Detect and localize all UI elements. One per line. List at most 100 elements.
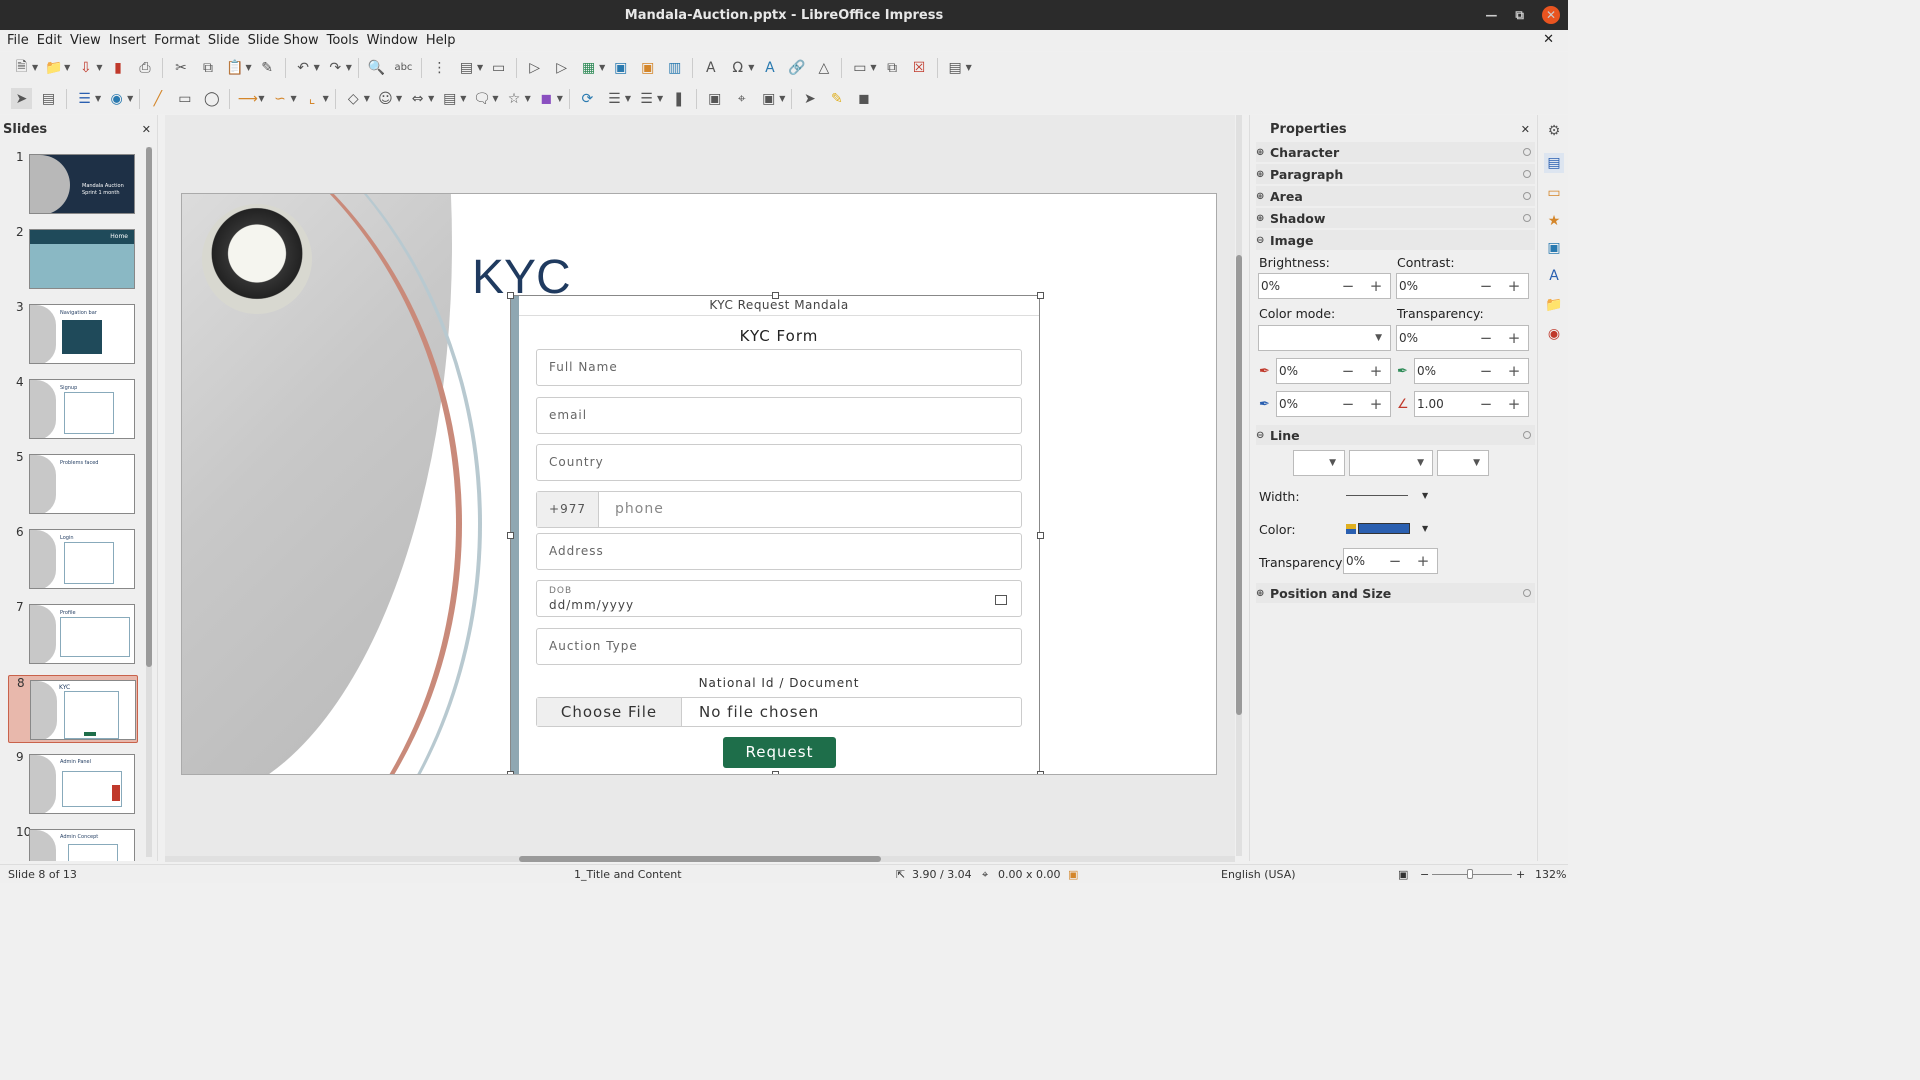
plus-icon[interactable]: + xyxy=(1500,362,1528,380)
scrollbar-thumb[interactable] xyxy=(1236,255,1242,715)
print-icon[interactable]: ⎙ xyxy=(134,57,155,78)
plus-icon[interactable]: + xyxy=(1362,277,1390,295)
menu-insert[interactable]: Insert xyxy=(105,33,150,48)
points-icon[interactable]: ➤ xyxy=(799,88,820,109)
section-character[interactable]: ⊕ Character xyxy=(1256,142,1535,162)
scrollbar-thumb[interactable] xyxy=(146,147,152,667)
minus-icon[interactable]: − xyxy=(1472,329,1500,347)
close-icon[interactable]: ✕ xyxy=(142,123,151,136)
resize-handle[interactable] xyxy=(507,771,514,774)
filter-icon[interactable]: ▣ xyxy=(758,88,779,109)
lines-arrows-icon[interactable]: ⟶ xyxy=(237,88,258,109)
section-image[interactable]: ⊖ Image xyxy=(1256,230,1535,250)
shadow-icon[interactable]: ▣ xyxy=(704,88,725,109)
chevron-down-icon[interactable]: ▼ xyxy=(323,94,329,103)
slide-thumbnail-selected[interactable]: 8 KYC xyxy=(8,675,138,743)
block-arrows-icon[interactable]: ⇔ xyxy=(407,88,428,109)
find-replace-icon[interactable]: 🔍 xyxy=(366,57,387,78)
toggle-extrusion-icon[interactable]: ◼ xyxy=(853,88,874,109)
line-style-dropdown[interactable]: ▼ xyxy=(1293,450,1345,476)
chevron-down-icon[interactable]: ▼ xyxy=(870,63,876,72)
section-area[interactable]: ⊕ Area xyxy=(1256,186,1535,206)
fontwork-icon[interactable]: A xyxy=(759,57,780,78)
menu-slide[interactable]: Slide xyxy=(204,33,244,48)
slide-thumbnail[interactable]: 10 Admin Concept xyxy=(8,825,138,861)
plus-icon[interactable]: + xyxy=(1362,395,1390,413)
chevron-down-icon[interactable]: ▼ xyxy=(32,63,38,72)
spelling-icon[interactable]: abc xyxy=(393,57,414,78)
zoom-slider-thumb[interactable] xyxy=(1467,869,1473,879)
fill-color-icon[interactable]: ◉ xyxy=(106,88,127,109)
chevron-down-icon[interactable]: ▼ xyxy=(1422,491,1428,500)
brightness-value[interactable]: 0% xyxy=(1259,279,1334,293)
zoom-out-icon[interactable]: − xyxy=(1420,868,1429,881)
more-options-icon[interactable] xyxy=(1523,192,1531,200)
connectors-icon[interactable]: ⌞ xyxy=(302,88,323,109)
styles-icon[interactable]: A xyxy=(1544,266,1564,286)
menu-format[interactable]: Format xyxy=(150,33,204,48)
animation-icon[interactable]: ★ xyxy=(1544,211,1564,231)
resize-handle[interactable] xyxy=(507,292,514,299)
special-character-icon[interactable]: Ω xyxy=(727,57,748,78)
paste-icon[interactable]: 📋 xyxy=(224,57,245,78)
zoom-in-icon[interactable]: + xyxy=(1516,868,1525,881)
image-transparency-spinner[interactable]: 0% − + xyxy=(1396,325,1529,351)
line-tool-icon[interactable]: ╱ xyxy=(147,88,168,109)
language[interactable]: English (USA) xyxy=(1221,868,1296,881)
align-icon[interactable]: ☰ xyxy=(604,88,625,109)
plus-icon[interactable]: + xyxy=(1500,277,1528,295)
chevron-down-icon[interactable]: ▼ xyxy=(245,63,251,72)
scrollbar-thumb[interactable] xyxy=(519,856,881,862)
chevron-down-icon[interactable]: ▼ xyxy=(96,63,102,72)
slide-canvas[interactable]: KYC KYC Request Mandala KYC Form Full Na… xyxy=(165,115,1235,856)
slide-thumbnail[interactable]: 6 Login xyxy=(8,525,138,593)
table-icon[interactable]: ▦ xyxy=(578,57,599,78)
section-line[interactable]: ⊖ Line xyxy=(1256,425,1535,445)
resize-handle[interactable] xyxy=(1037,292,1044,299)
section-paragraph[interactable]: ⊕ Paragraph xyxy=(1256,164,1535,184)
resize-handle[interactable] xyxy=(1037,532,1044,539)
section-position-size[interactable]: ⊕ Position and Size xyxy=(1256,583,1535,603)
chevron-down-icon[interactable]: ▼ xyxy=(314,63,320,72)
chevron-down-icon[interactable]: ▼ xyxy=(599,63,605,72)
line-color-swatch[interactable] xyxy=(1358,523,1410,534)
show-draw-functions-icon[interactable]: △ xyxy=(813,57,834,78)
copy-icon[interactable]: ⧉ xyxy=(197,57,218,78)
rectangle-icon[interactable]: ▭ xyxy=(174,88,195,109)
menu-view[interactable]: View xyxy=(66,33,105,48)
duplicate-slide-icon[interactable]: ⧉ xyxy=(882,57,903,78)
line-transparency-value[interactable]: 0% xyxy=(1344,554,1381,568)
chevron-down-icon[interactable]: ▼ xyxy=(127,94,133,103)
kyc-form-screenshot[interactable]: KYC Request Mandala KYC Form Full Name e… xyxy=(510,295,1040,774)
more-options-icon[interactable] xyxy=(1523,431,1531,439)
vertical-scrollbar[interactable] xyxy=(1236,115,1242,856)
zoom-pan-icon[interactable]: ▤ xyxy=(38,88,59,109)
more-options-icon[interactable] xyxy=(1523,148,1531,156)
more-options-icon[interactable] xyxy=(1523,214,1531,222)
chevron-down-icon[interactable]: ▼ xyxy=(779,94,785,103)
chevron-down-icon[interactable]: ▼ xyxy=(290,94,296,103)
maximize-icon[interactable]: ⧉ xyxy=(1515,8,1524,23)
select-arrow-icon[interactable]: ➤ xyxy=(11,88,32,109)
ellipse-icon[interactable]: ◯ xyxy=(201,88,222,109)
plus-icon[interactable]: + xyxy=(1362,362,1390,380)
slide[interactable]: KYC KYC Request Mandala KYC Form Full Na… xyxy=(181,193,1217,775)
minus-icon[interactable]: − xyxy=(1381,552,1409,570)
slides-scrollbar[interactable] xyxy=(146,147,152,857)
navigator-icon[interactable]: ◉ xyxy=(1544,324,1564,344)
flowchart-icon[interactable]: ▤ xyxy=(439,88,460,109)
menu-window[interactable]: Window xyxy=(363,33,422,48)
window-close-icon[interactable]: ✕ xyxy=(1542,6,1560,24)
new-icon[interactable]: 🗎 xyxy=(11,57,32,78)
media-icon[interactable]: ▣ xyxy=(637,57,658,78)
delete-slide-icon[interactable]: ☒ xyxy=(909,57,930,78)
zoom-level[interactable]: 132% xyxy=(1535,868,1566,881)
resize-handle[interactable] xyxy=(507,532,514,539)
text-box-icon[interactable]: A xyxy=(700,57,721,78)
section-shadow[interactable]: ⊕ Shadow xyxy=(1256,208,1535,228)
chevron-down-icon[interactable]: ▼ xyxy=(364,94,370,103)
arrange-icon[interactable]: ☰ xyxy=(636,88,657,109)
redo-icon[interactable]: ↷ xyxy=(325,57,346,78)
chevron-down-icon[interactable]: ▼ xyxy=(428,94,434,103)
plus-icon[interactable]: + xyxy=(1500,329,1528,347)
